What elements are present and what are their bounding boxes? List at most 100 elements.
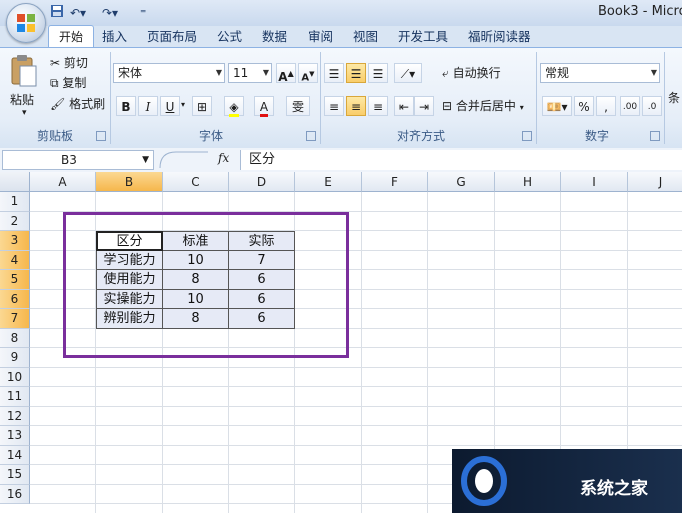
number-launcher-icon[interactable] <box>650 131 660 141</box>
alignment-group-label: 对齐方式 <box>396 129 445 143</box>
paste-dropdown-icon[interactable]: ▾ <box>22 108 27 118</box>
column-header-i[interactable]: I <box>561 172 628 192</box>
align-bottom-button[interactable]: ☰ <box>368 63 388 83</box>
number-format-select[interactable]: 常规 ▼ <box>540 63 660 83</box>
cut-button[interactable]: ✂ 剪切 <box>50 53 88 73</box>
tab-home[interactable]: 开始 <box>48 25 94 49</box>
chevron-down-icon: ▾ <box>519 103 524 112</box>
underline-dropdown-icon[interactable]: ▾ <box>181 100 185 109</box>
customize-qat-icon[interactable]: ⁼ <box>140 4 146 22</box>
font-color-icon: A <box>259 100 269 117</box>
percent-button[interactable]: % <box>574 96 594 116</box>
paste-button[interactable]: 粘贴 <box>10 90 34 110</box>
wrap-text-icon: ⤶ <box>442 66 449 80</box>
wrap-text-button[interactable]: ⤶ 自动换行 <box>442 63 501 83</box>
column-header-f[interactable]: F <box>362 172 428 192</box>
grow-font-button[interactable]: A▲ <box>276 63 296 84</box>
row-header-1[interactable]: 1 <box>0 192 30 212</box>
tab-developer[interactable]: 开发工具 <box>398 27 448 47</box>
font-color-button[interactable]: A <box>254 96 274 117</box>
increase-indent-button[interactable]: ⇥ <box>414 96 434 116</box>
paste-icon[interactable] <box>8 54 38 88</box>
window-title: Book3 - Micro <box>598 4 682 19</box>
copy-button[interactable]: ⧉ 复制 <box>50 73 86 93</box>
column-header-d[interactable]: D <box>229 172 295 192</box>
row-header-3[interactable]: 3 <box>0 231 30 251</box>
row-header-4[interactable]: 4 <box>0 250 30 270</box>
row-header-13[interactable]: 13 <box>0 426 30 446</box>
text-orientation-icon: ⟋▾ <box>400 67 416 81</box>
align-center-button[interactable]: ≡ <box>346 96 366 116</box>
row-header-15[interactable]: 15 <box>0 465 30 485</box>
group-separator <box>664 52 665 144</box>
row-header-2[interactable]: 2 <box>0 211 30 231</box>
row-header-11[interactable]: 11 <box>0 387 30 407</box>
bold-button[interactable]: B <box>116 96 136 116</box>
fill-color-button[interactable]: ◈ <box>224 96 244 117</box>
align-left-icon: ≡ <box>328 100 340 114</box>
chevron-down-icon: ▼ <box>262 68 269 77</box>
paint-bucket-icon: ◈ <box>229 100 239 117</box>
row-header-9[interactable]: 9 <box>0 348 30 368</box>
tab-data[interactable]: 数据 <box>262 27 287 47</box>
merge-center-button[interactable]: ⊟ 合并后居中 ▾ <box>442 96 524 116</box>
font-group-label: 字体 <box>198 129 223 143</box>
tab-review[interactable]: 审阅 <box>308 27 333 47</box>
row-header-6[interactable]: 6 <box>0 289 30 309</box>
decrease-indent-button[interactable]: ⇤ <box>394 96 414 116</box>
row-header-10[interactable]: 10 <box>0 367 30 387</box>
column-header-c[interactable]: C <box>163 172 229 192</box>
font-launcher-icon[interactable] <box>306 131 316 141</box>
comma-button[interactable]: , <box>596 96 616 116</box>
column-header-j[interactable]: J <box>628 172 682 192</box>
row-header-7[interactable]: 7 <box>0 309 30 329</box>
borders-button[interactable]: ⊞ <box>192 96 212 116</box>
font-size-select[interactable]: 11 ▼ <box>228 63 272 83</box>
row-header-12[interactable]: 12 <box>0 406 30 426</box>
underline-button[interactable]: U <box>160 96 180 116</box>
format-painter-button[interactable]: 🖌 格式刷 <box>50 94 105 114</box>
select-all-corner[interactable] <box>0 172 30 192</box>
currency-button[interactable]: 💴▾ <box>542 96 572 116</box>
formula-input[interactable]: 区分 <box>240 150 682 170</box>
phonetic-button[interactable]: 雯 <box>286 96 310 116</box>
increase-decimal-button[interactable]: .00 <box>620 96 640 116</box>
office-button[interactable] <box>6 3 46 43</box>
row-header-14[interactable]: 14 <box>0 445 30 465</box>
name-box[interactable]: B3 ▼ <box>2 150 154 170</box>
conditional-format-button-partial[interactable]: 条 <box>668 88 680 108</box>
clipboard-launcher-icon[interactable] <box>96 131 106 141</box>
align-middle-button[interactable]: ☰ <box>346 63 366 83</box>
column-header-e[interactable]: E <box>295 172 362 192</box>
tab-page-layout[interactable]: 页面布局 <box>147 27 197 47</box>
office-logo-icon <box>17 14 35 32</box>
tab-insert[interactable]: 插入 <box>102 27 127 47</box>
undo-icon[interactable]: ↶▾ <box>70 4 86 22</box>
name-box-value: B3 <box>61 153 77 167</box>
font-name-select[interactable]: 宋体 ▼ <box>113 63 225 83</box>
align-top-button[interactable]: ☰ <box>324 63 344 83</box>
shrink-font-button[interactable]: A▼ <box>298 63 318 83</box>
tab-formulas[interactable]: 公式 <box>217 27 242 47</box>
decrease-decimal-button[interactable]: .0 <box>642 96 662 116</box>
redo-icon[interactable]: ↷▾ <box>102 4 118 22</box>
row-header-16[interactable]: 16 <box>0 484 30 504</box>
format-painter-label: 格式刷 <box>69 97 106 111</box>
italic-button[interactable]: I <box>138 96 158 116</box>
insert-function-icon[interactable]: fx <box>218 151 229 165</box>
row-header-5[interactable]: 5 <box>0 270 30 290</box>
orientation-button[interactable]: ⟋▾ <box>394 63 422 83</box>
grid-line <box>427 192 428 513</box>
align-right-button[interactable]: ≡ <box>368 96 388 116</box>
column-header-h[interactable]: H <box>495 172 561 192</box>
align-bottom-icon: ☰ <box>372 67 384 81</box>
align-left-button[interactable]: ≡ <box>324 96 344 116</box>
tab-foxit-reader[interactable]: 福昕阅读器 <box>468 27 531 47</box>
save-icon[interactable] <box>50 4 64 22</box>
column-header-b[interactable]: B <box>96 172 163 192</box>
row-header-8[interactable]: 8 <box>0 328 30 348</box>
column-header-g[interactable]: G <box>428 172 495 192</box>
alignment-launcher-icon[interactable] <box>522 131 532 141</box>
tab-view[interactable]: 视图 <box>353 27 378 47</box>
column-header-a[interactable]: A <box>30 172 96 192</box>
